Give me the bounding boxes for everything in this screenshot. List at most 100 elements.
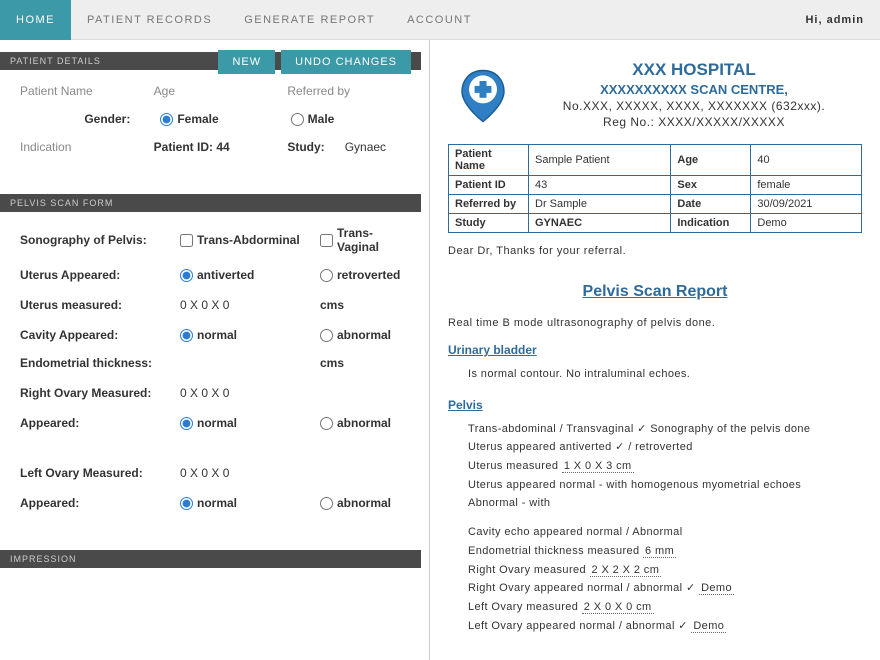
study-label: Study:	[287, 140, 324, 154]
left-ovary-measured-value[interactable]: 0 X 0 X 0	[180, 464, 300, 482]
referred-by-label: Referred by	[287, 84, 350, 98]
trans-abdominal-checkbox[interactable]	[180, 234, 193, 247]
greeting-text: Hi, admin	[805, 14, 880, 26]
nav-home[interactable]: HOME	[0, 0, 71, 40]
hospital-reg-no: Reg No.: XXXX/XXXXX/XXXXX	[526, 115, 862, 129]
hospital-logo-icon	[448, 60, 518, 130]
hospital-name: XXX HOSPITAL	[526, 60, 862, 80]
retroverted-label: retroverted	[337, 268, 400, 282]
pt-name-val: Sample Patient	[529, 145, 671, 176]
trans-vaginal-label: Trans-Vaginal	[337, 226, 401, 254]
rov-normal-label: normal	[197, 416, 237, 430]
left-ovary-measured-label: Left Ovary Measured:	[20, 466, 160, 480]
pt-study-lbl: Study	[449, 214, 529, 233]
p9b: 2 X 0 X 0 cm	[582, 601, 654, 614]
rov-normal-radio[interactable]	[180, 417, 193, 430]
p7b: 2 X 2 X 2 cm	[590, 564, 662, 577]
nav-generate-report[interactable]: GENERATE REPORT	[228, 0, 391, 40]
study-value: Gynaec	[345, 140, 386, 154]
hospital-address: No.XXX, XXXXX, XXXX, XXXXXXX (632xxx).	[526, 99, 862, 113]
pt-name-lbl: Patient Name	[449, 145, 529, 176]
p10: Left Ovary appeared normal / abnormal ✓	[468, 620, 691, 632]
pt-age-lbl: Age	[671, 145, 751, 176]
urinary-bladder-text: Is normal contour. No intraluminal echoe…	[448, 365, 862, 384]
cavity-appeared-label: Cavity Appeared:	[20, 328, 160, 342]
pt-ind-val: Demo	[751, 214, 862, 233]
left-ovary-appeared-label: Appeared:	[20, 496, 160, 510]
p6b: 6 mm	[643, 545, 676, 558]
right-ovary-measured-label: Right Ovary Measured:	[20, 386, 160, 400]
realtime-text: Real time B mode ultrasonography of pelv…	[448, 317, 862, 329]
pt-sex-lbl: Sex	[671, 176, 751, 195]
scan-centre-name: XXXXXXXXXX SCAN CENTRE,	[526, 82, 862, 97]
undo-changes-button[interactable]: UNDO CHANGES	[281, 50, 411, 74]
patient-info-table: Patient NameSample PatientAge40 Patient …	[448, 144, 862, 233]
p8b: Demo	[699, 582, 734, 595]
sonography-label: Sonography of Pelvis:	[20, 233, 160, 247]
cavity-abnormal-label: abnormal	[337, 328, 391, 342]
cms-unit: cms	[320, 298, 401, 312]
antiverted-label: antiverted	[197, 268, 254, 282]
top-navbar: HOME PATIENT RECORDS GENERATE REPORT ACC…	[0, 0, 880, 40]
gender-female-radio[interactable]	[160, 113, 173, 126]
lov-abnormal-radio[interactable]	[320, 497, 333, 510]
pt-ref-lbl: Referred by	[449, 195, 529, 214]
pt-date-val: 30/09/2021	[751, 195, 862, 214]
urinary-bladder-header: Urinary bladder	[448, 343, 862, 357]
endometrial-thickness-label: Endometrial thickness:	[20, 356, 160, 370]
p2c: 1 X 0 X 3 cm	[562, 460, 634, 473]
patient-name-label: Patient Name	[20, 84, 93, 98]
pt-age-val: 40	[751, 145, 862, 176]
gender-label: Gender:	[20, 112, 140, 126]
new-button[interactable]: NEW	[218, 50, 275, 74]
rov-abnormal-radio[interactable]	[320, 417, 333, 430]
p8a: Right Ovary appeared normal / abnormal ✓	[468, 582, 699, 594]
trans-abdominal-label: Trans-Abdorminal	[197, 233, 300, 247]
p6a: Endometrial thickness measured	[468, 545, 643, 557]
p9a: Left Ovary measured	[468, 601, 582, 613]
report-preview-panel: XXX HOSPITAL XXXXXXXXXX SCAN CENTRE, No.…	[430, 40, 880, 660]
report-title: Pelvis Scan Report	[583, 283, 728, 300]
gender-male-radio[interactable]	[291, 113, 304, 126]
cavity-normal-radio[interactable]	[180, 329, 193, 342]
pt-id-val: 43	[529, 176, 671, 195]
nav-account[interactable]: ACCOUNT	[391, 0, 488, 40]
pelvis-body: Trans-abdominal / Transvaginal ✓ Sonogra…	[448, 420, 862, 636]
uterus-measured-label: Uterus measured:	[20, 298, 160, 312]
right-ovary-measured-value[interactable]: 0 X 0 X 0	[180, 384, 300, 402]
patient-id-label: Patient ID: 44	[154, 140, 268, 154]
pelvis-scan-form-header: PELVIS SCAN FORM	[0, 194, 421, 212]
p2: Uterus appeared antiverted ✓ / retrovert…	[468, 438, 862, 457]
indication-label: Indication	[20, 140, 71, 154]
lov-normal-radio[interactable]	[180, 497, 193, 510]
right-ovary-appeared-label: Appeared:	[20, 416, 160, 430]
rov-abnormal-label: abnormal	[337, 416, 391, 430]
p3: Uterus appeared normal - with homogenous…	[468, 476, 862, 495]
left-form-panel: NEW UNDO CHANGES PATIENT DETAILS Patient…	[0, 40, 430, 660]
pt-id-lbl: Patient ID	[449, 176, 529, 195]
p2b: Uterus measured	[468, 460, 562, 472]
pt-study-val: GYNAEC	[529, 214, 671, 233]
p1: Trans-abdominal / Transvaginal ✓ Sonogra…	[468, 420, 862, 439]
cavity-normal-label: normal	[197, 328, 237, 342]
trans-vaginal-checkbox[interactable]	[320, 234, 333, 247]
cms-unit-2: cms	[320, 356, 401, 370]
female-label: Female	[177, 112, 218, 126]
p7a: Right Ovary measured	[468, 564, 590, 576]
uterus-measured-value[interactable]: 0 X 0 X 0	[180, 296, 300, 314]
pt-sex-val: female	[751, 176, 862, 195]
age-label: Age	[154, 84, 175, 98]
impression-header: IMPRESSION	[0, 550, 421, 568]
pt-date-lbl: Date	[671, 195, 751, 214]
antiverted-radio[interactable]	[180, 269, 193, 282]
pt-ref-val: Dr Sample	[529, 195, 671, 214]
pelvis-section-header: Pelvis	[448, 398, 862, 412]
uterus-appeared-label: Uterus Appeared:	[20, 268, 160, 282]
nav-patient-records[interactable]: PATIENT RECORDS	[71, 0, 228, 40]
p10b: Demo	[691, 620, 726, 633]
p5: Cavity echo appeared normal / Abnormal	[468, 523, 862, 542]
retroverted-radio[interactable]	[320, 269, 333, 282]
endometrial-thickness-value[interactable]	[180, 361, 300, 365]
p4: Abnormal - with	[468, 494, 862, 513]
cavity-abnormal-radio[interactable]	[320, 329, 333, 342]
